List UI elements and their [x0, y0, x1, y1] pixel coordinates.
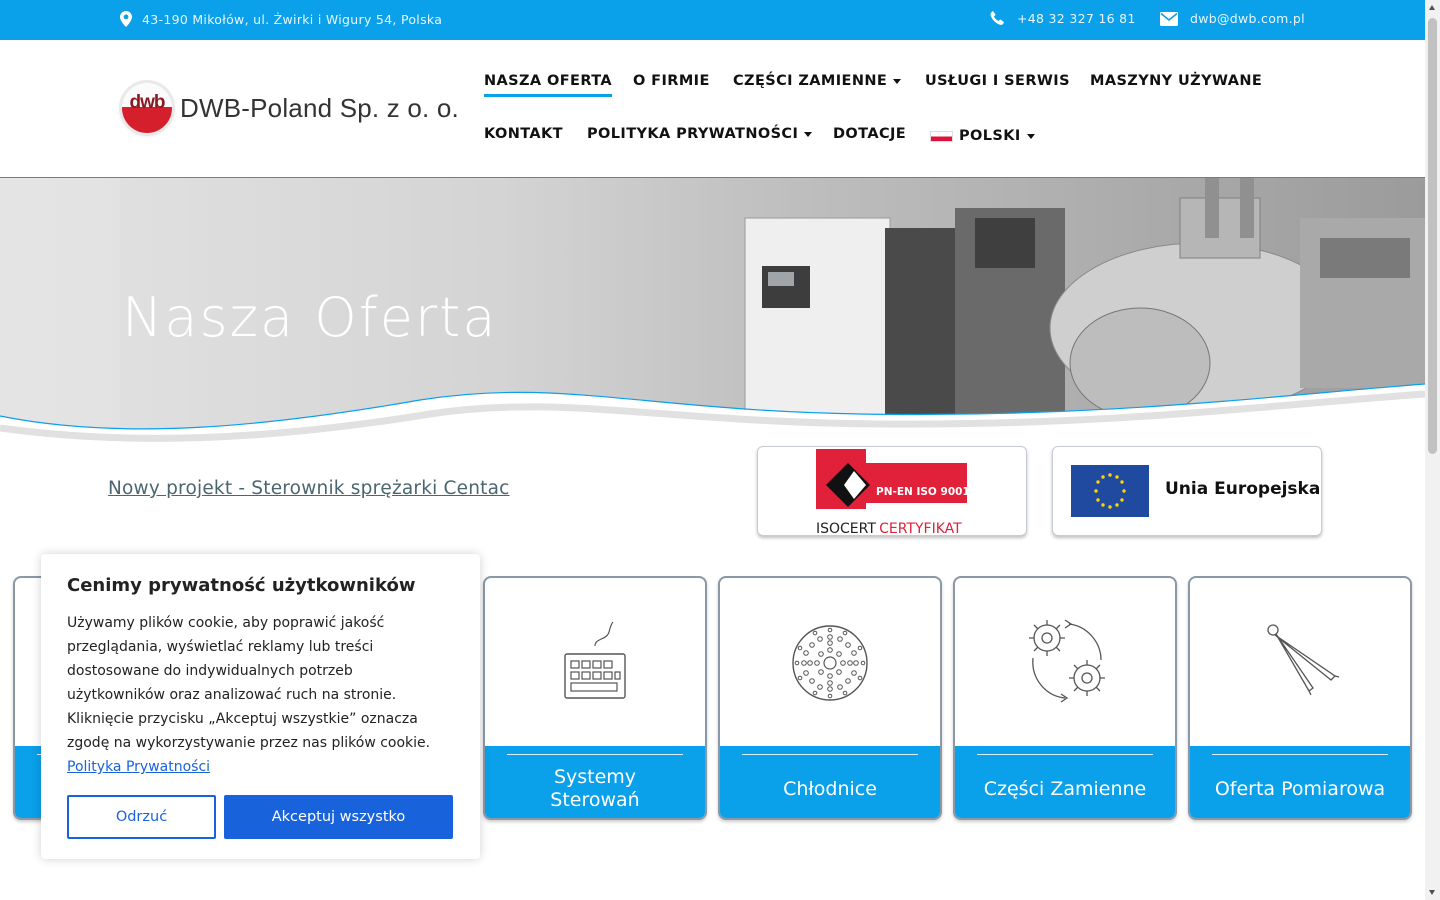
vertical-scrollbar[interactable]: [1425, 0, 1440, 900]
caret-down-icon: [1026, 133, 1035, 139]
offer-card-systemy-sterowan[interactable]: Systemy Sterowań: [483, 576, 707, 820]
address-text: 43-190 Mikołów, ul. Żwirki i Wigury 54, …: [142, 11, 443, 27]
top-contact-bar: 43-190 Mikołów, ul. Żwirki i Wigury 54, …: [0, 0, 1425, 40]
caret-down-icon: [804, 131, 813, 137]
poland-flag-icon: [930, 130, 953, 142]
dwb-logo-mark: dwb: [122, 83, 172, 133]
scroll-up-arrow-icon[interactable]: [1429, 5, 1435, 10]
scrollbar-thumb[interactable]: [1428, 18, 1437, 454]
offer-card-label: Systemy Sterowań: [550, 766, 640, 811]
logo-text: DWB-Poland Sp. z o. o.: [180, 92, 459, 123]
email-block[interactable]: dwb@dwb.com.pl: [1160, 11, 1305, 26]
page: 43-190 Mikołów, ul. Żwirki i Wigury 54, …: [0, 0, 1440, 900]
offer-card-label: Części Zamienne: [983, 777, 1147, 800]
company-logo[interactable]: dwb DWB-Poland Sp. z o. o.: [122, 83, 459, 133]
phone-text[interactable]: +48 32 327 16 81: [1017, 11, 1136, 26]
offer-card-label: Oferta Pomiarowa: [1214, 777, 1386, 800]
svg-text:PN-EN ISO 9001: PN-EN ISO 9001: [876, 486, 970, 498]
map-pin-icon: [120, 11, 132, 27]
envelope-icon: [1160, 11, 1178, 26]
nav-polityka-prywatnosci[interactable]: POLITYKA PRYWATNOŚCI: [587, 126, 813, 142]
compass-icon: [1190, 618, 1410, 708]
nav-czesci-zamienne[interactable]: CZĘŚCI ZAMIENNE: [733, 73, 902, 89]
page-title: Nasza Oferta: [122, 286, 498, 349]
offer-card-czesci-zamienne[interactable]: Części Zamienne: [953, 576, 1177, 820]
offer-card-label: Chłodnice: [783, 777, 877, 800]
nav-uslugi-i-serwis[interactable]: USŁUGI I SERWIS: [925, 73, 1070, 89]
caret-down-icon: [893, 78, 902, 84]
reject-cookies-button[interactable]: Odrzuć: [67, 795, 216, 839]
scroll-down-arrow-icon[interactable]: [1429, 890, 1435, 895]
perforated-disc-icon: [720, 618, 940, 708]
eu-funding-badge[interactable]: Unia Europejska: [1052, 446, 1322, 536]
phone-block[interactable]: +48 32 327 16 81: [990, 11, 1136, 26]
phone-icon: [990, 11, 1005, 26]
nav-kontakt[interactable]: KONTAKT: [484, 126, 563, 142]
hero-banner: Nasza Oferta: [0, 178, 1425, 448]
nav-maszyny-uzywane[interactable]: MASZYNY UŻYWANE: [1090, 73, 1262, 89]
accept-all-cookies-button[interactable]: Akceptuj wszystko: [224, 795, 453, 839]
offer-card-oferta-pomiarowa[interactable]: Oferta Pomiarowa: [1188, 576, 1412, 820]
eu-label: Unia Europejska: [1165, 479, 1321, 499]
nav-nasza-oferta[interactable]: NASZA OFERTA: [484, 73, 613, 97]
nav-language-polski[interactable]: POLSKI: [930, 128, 1035, 144]
cookie-text: Używamy plików cookie, aby poprawić jako…: [67, 615, 431, 775]
svg-text:ISOCERTCERTYFIKAT: ISOCERT CERTYFIKAT: [816, 521, 962, 536]
news-project-link[interactable]: Nowy projekt - Sterownik sprężarki Centa…: [108, 478, 510, 499]
privacy-policy-link[interactable]: Polityka Prywatności: [67, 759, 210, 775]
gears-cycle-icon: [955, 618, 1175, 708]
cookie-consent-dialog: Cenimy prywatność użytkowników Używamy p…: [41, 554, 480, 859]
keyboard-icon: [485, 618, 705, 708]
cookie-title: Cenimy prywatność użytkowników: [67, 575, 416, 596]
iso-certificate-logo: PN-EN ISO 9001 ISOCERT CERTYFIKAT: [816, 449, 970, 536]
email-text[interactable]: dwb@dwb.com.pl: [1190, 11, 1305, 26]
nav-dotacje[interactable]: DOTACJE: [833, 126, 906, 142]
address-block: 43-190 Mikołów, ul. Żwirki i Wigury 54, …: [120, 11, 442, 27]
nav-o-firmie[interactable]: O FIRMIE: [633, 73, 710, 89]
site-header: dwb DWB-Poland Sp. z o. o. NASZA OFERTA …: [0, 40, 1425, 178]
offer-card-chlodnice[interactable]: Chłodnice: [718, 576, 942, 820]
iso-certificate-badge[interactable]: PN-EN ISO 9001 ISOCERT CERTYFIKAT: [757, 446, 1027, 536]
